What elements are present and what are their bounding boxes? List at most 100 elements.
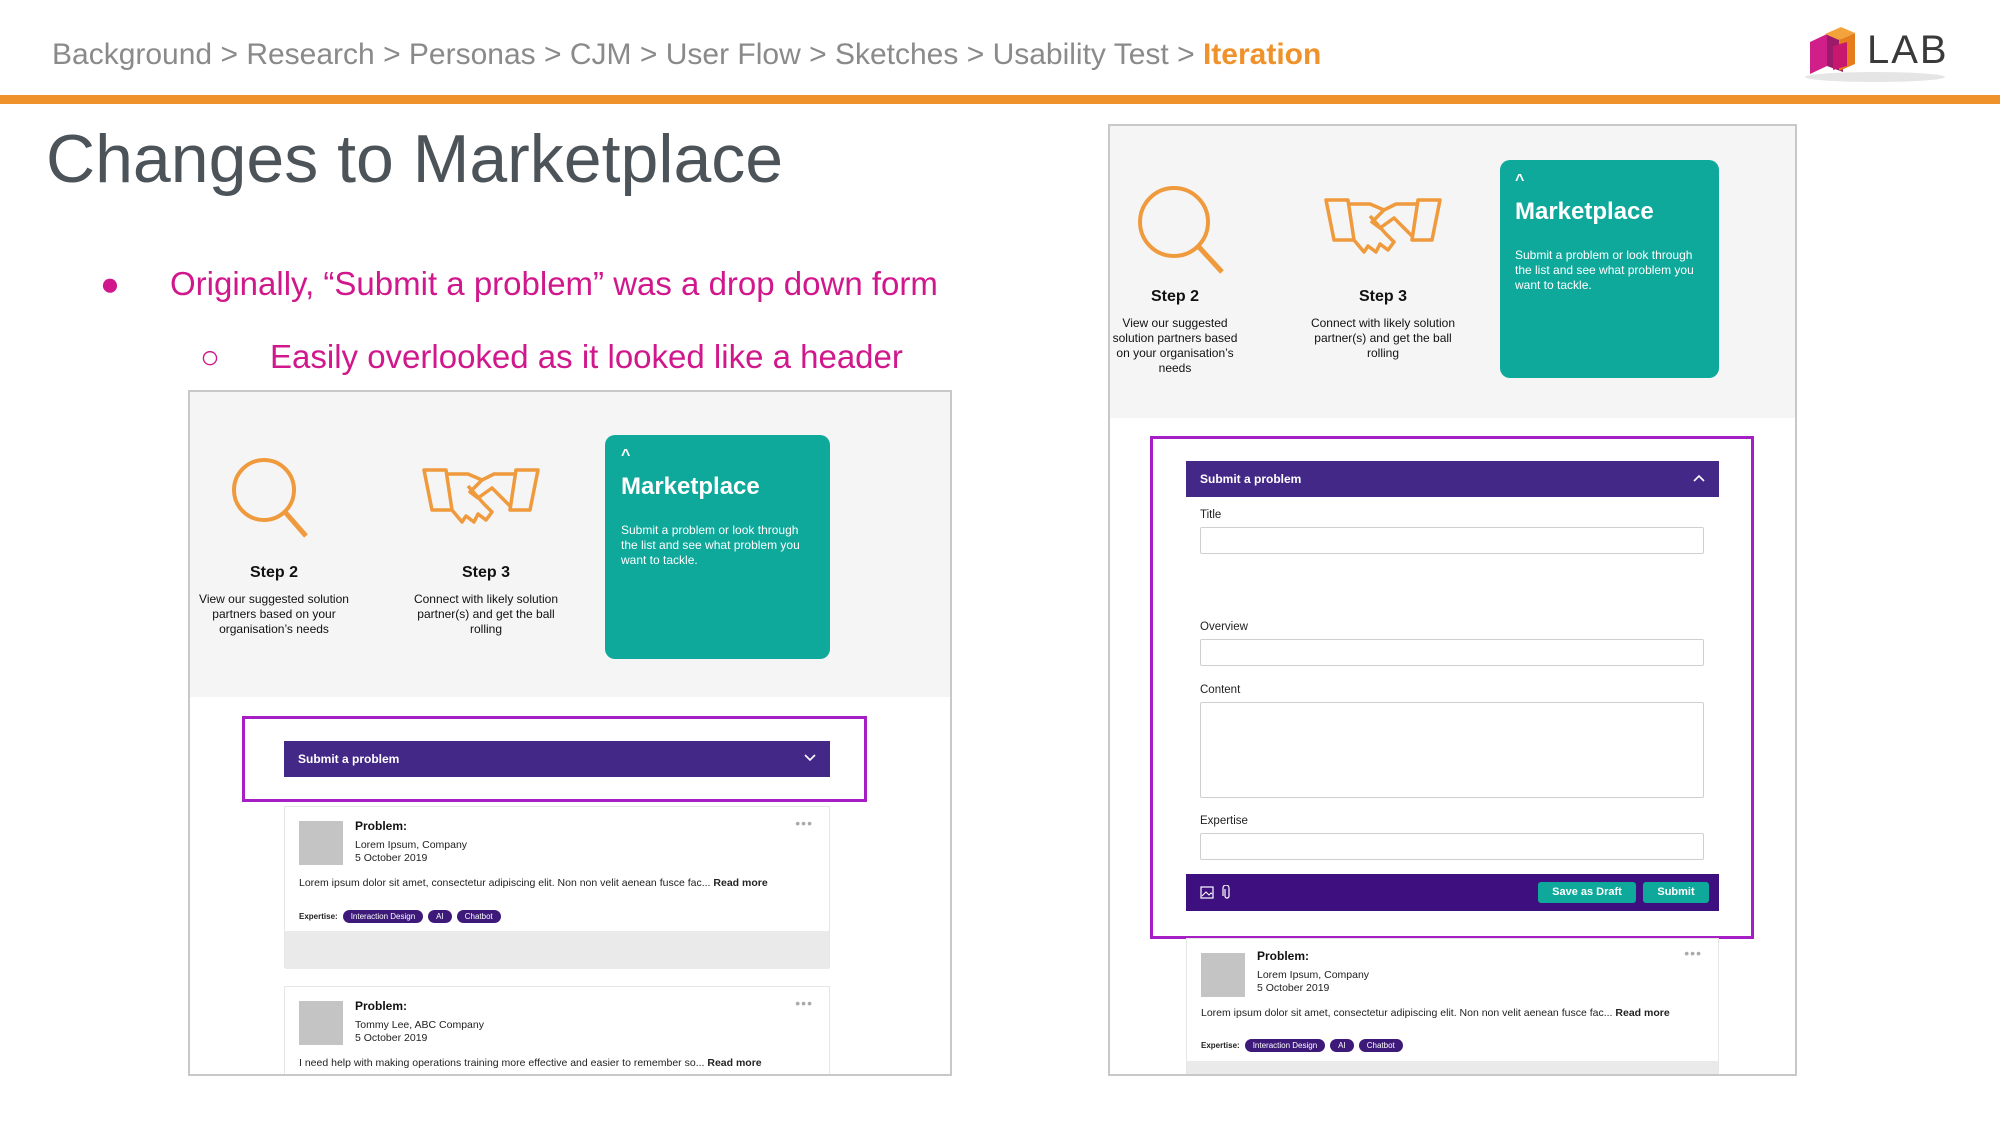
tag[interactable]: Interaction Design	[1244, 1039, 1326, 1052]
expertise-label: Expertise:	[299, 912, 338, 921]
breadcrumb-item[interactable]: Sketches	[835, 38, 958, 71]
marketplace-title: Marketplace	[1515, 198, 1654, 225]
problem-body: I need help with making operations train…	[299, 1057, 762, 1069]
card-divider	[1187, 1061, 1718, 1074]
problem-body: Lorem ipsum dolor sit amet, consectetur …	[299, 877, 768, 889]
submit-problem-label: Submit a problem	[298, 752, 400, 766]
breadcrumb-separator: >	[639, 38, 666, 71]
step-description: View our suggested solution partners bas…	[199, 592, 349, 636]
submit-problem-bar[interactable]: Submit a problem	[1186, 461, 1719, 497]
marketplace-card[interactable]: ^ Marketplace Submit a problem or look t…	[605, 435, 830, 659]
lab-logo: LAB	[1805, 22, 1955, 84]
original-design-screenshot: Step 2 View our suggested solution partn…	[188, 390, 952, 1076]
tag[interactable]: Interaction Design	[342, 910, 424, 923]
more-options-icon[interactable]: •••	[795, 995, 813, 1011]
save-draft-button[interactable]: Save as Draft	[1538, 882, 1636, 903]
logo-text: LAB	[1867, 28, 1949, 72]
step-2: Step 2 View our suggested solution partn…	[198, 564, 350, 637]
expertise-tags: Expertise: Interaction Design AI Chatbot	[1201, 1039, 1403, 1052]
problem-text: Lorem ipsum dolor sit amet, consectetur …	[299, 877, 711, 889]
expertise-tags: Expertise: Interaction Design AI Chatbot	[299, 910, 501, 923]
problem-author: Tommy Lee, ABC Company	[355, 1019, 484, 1031]
expertise-input[interactable]	[1200, 833, 1704, 860]
problem-meta: Lorem Ipsum, Company 5 October 2019	[355, 839, 467, 865]
step-title: Step 2	[249, 564, 298, 581]
breadcrumb-separator: >	[220, 38, 247, 71]
breadcrumb-item[interactable]: Personas	[409, 38, 536, 71]
problem-author: Lorem Ipsum, Company	[355, 839, 468, 851]
expertise-label: Expertise:	[1201, 1041, 1240, 1050]
tag[interactable]: Chatbot	[456, 910, 501, 923]
magnifier-icon	[1138, 186, 1224, 274]
overview-input[interactable]	[1200, 639, 1704, 666]
breadcrumb-separator: >	[809, 38, 835, 71]
breadcrumb-item[interactable]: CJM	[570, 38, 632, 71]
step-description: Connect with likely solution partner(s) …	[413, 592, 559, 636]
read-more-link[interactable]: Read more	[1615, 1007, 1669, 1019]
bullet-text: Easily overlooked as it looked like a he…	[270, 338, 903, 375]
field-label-expertise: Expertise	[1200, 815, 1248, 827]
step-description: Connect with likely solution partner(s) …	[1310, 316, 1456, 360]
steps-section	[190, 392, 950, 697]
read-more-link[interactable]: Read more	[707, 1057, 761, 1069]
step-title: Step 2	[1150, 288, 1199, 305]
breadcrumb-item[interactable]: Usability Test	[993, 38, 1169, 71]
step-title: Step 3	[1358, 288, 1407, 305]
breadcrumb-separator: >	[544, 38, 570, 71]
bullet-1: ● Originally, “Submit a problem” was a dr…	[100, 265, 938, 303]
avatar	[299, 821, 343, 865]
more-options-icon[interactable]: •••	[795, 815, 813, 831]
breadcrumb-item[interactable]: User Flow	[666, 38, 801, 71]
handshake-icon	[1324, 198, 1442, 254]
problem-card[interactable]: Problem: Lorem Ipsum, Company 5 October …	[1186, 938, 1719, 1074]
read-more-link[interactable]: Read more	[713, 877, 767, 889]
breadcrumb-separator: >	[383, 38, 409, 71]
bullet-marker: ●	[100, 265, 120, 302]
image-icon[interactable]	[1200, 886, 1214, 899]
field-label-title: Title	[1200, 509, 1222, 521]
problem-card[interactable]: Problem: Tommy Lee, ABC Company 5 Octobe…	[284, 986, 830, 1074]
magnifier-icon	[232, 458, 308, 538]
problem-date: 5 October 2019	[355, 1032, 428, 1044]
handshake-icon	[422, 468, 540, 524]
problem-card[interactable]: Problem: Lorem Ipsum, Company 5 October …	[284, 806, 830, 969]
breadcrumb-item[interactable]: Background	[52, 38, 212, 71]
submit-problem-label: Submit a problem	[1200, 472, 1302, 486]
problem-text: Lorem ipsum dolor sit amet, consectetur …	[1201, 1007, 1613, 1019]
breadcrumb: Background > Research > Personas > CJM >…	[52, 38, 1321, 72]
bullet-marker: ○	[200, 338, 220, 375]
problem-title: Problem:	[355, 819, 408, 833]
tag[interactable]: AI	[1330, 1039, 1354, 1052]
marketplace-title: Marketplace	[621, 473, 760, 500]
submit-button[interactable]: Submit	[1643, 882, 1709, 903]
submit-problem-bar[interactable]: Submit a problem	[284, 741, 830, 777]
problem-title: Problem:	[1257, 949, 1310, 963]
tag[interactable]: AI	[428, 910, 452, 923]
field-label-overview: Overview	[1200, 621, 1248, 633]
title-input[interactable]	[1200, 527, 1704, 554]
header-divider	[0, 95, 2000, 104]
caret-up-icon: ^	[621, 447, 631, 464]
tag[interactable]: Chatbot	[1358, 1039, 1403, 1052]
breadcrumb-item[interactable]: Research	[246, 38, 374, 71]
submit-problem-form: Title Overview Content Expertise	[1186, 497, 1719, 867]
marketplace-card[interactable]: ^ Marketplace Submit a problem or look t…	[1500, 160, 1719, 378]
problem-date: 5 October 2019	[355, 852, 428, 864]
avatar	[1201, 953, 1245, 997]
step-3: Step 3 Connect with likely solution part…	[1310, 288, 1456, 361]
card-divider	[285, 931, 829, 969]
content-textarea[interactable]	[1200, 702, 1704, 798]
step-3: Step 3 Connect with likely solution part…	[410, 564, 562, 637]
step-description: View our suggested solution partners bas…	[1112, 316, 1238, 375]
chevron-up-icon	[1693, 474, 1705, 482]
breadcrumb-separator: >	[966, 38, 993, 71]
problem-meta: Tommy Lee, ABC Company 5 October 2019	[355, 1019, 484, 1045]
avatar	[299, 1001, 343, 1045]
more-options-icon[interactable]: •••	[1684, 945, 1702, 961]
caret-up-icon: ^	[1515, 172, 1525, 189]
problem-text: I need help with making operations train…	[299, 1057, 705, 1069]
problem-body: Lorem ipsum dolor sit amet, consectetur …	[1201, 1007, 1670, 1019]
paperclip-icon[interactable]	[1222, 885, 1232, 900]
breadcrumb-current: Iteration	[1202, 38, 1322, 71]
bullet-text: Originally, “Submit a problem” was a dro…	[170, 265, 938, 302]
